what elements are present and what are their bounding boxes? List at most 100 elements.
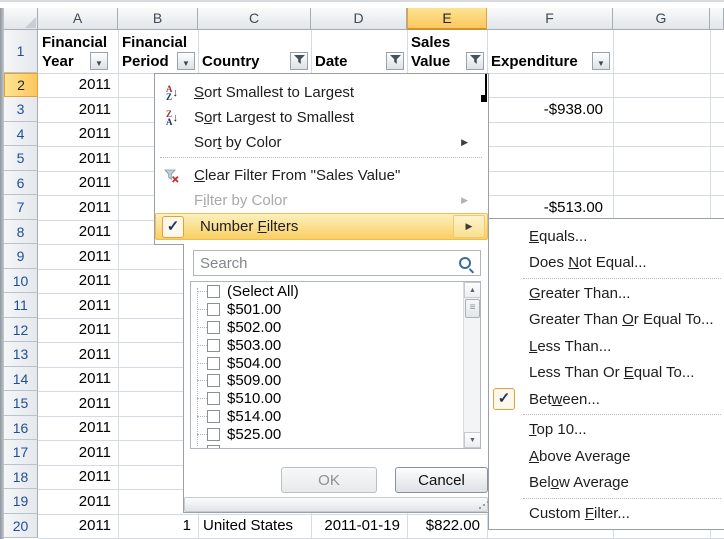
- filter-value-partial-checkbox[interactable]: [207, 445, 220, 449]
- cell-B20[interactable]: 1: [118, 514, 198, 538]
- submenu-item-custom-filter[interactable]: Custom Filter...: [490, 500, 724, 527]
- cell-A19[interactable]: 2011: [38, 489, 118, 514]
- submenu-item-less-than-or-equal-to[interactable]: Less Than Or Equal To...: [490, 360, 724, 387]
- submenu-item-top-10[interactable]: Top 10...: [490, 417, 724, 444]
- ok-button[interactable]: OK: [281, 467, 377, 493]
- filter-value-504-00[interactable]: $504.00: [191, 354, 441, 372]
- cell-A14[interactable]: 2011: [38, 367, 118, 391]
- row-header-11[interactable]: 11: [4, 293, 38, 318]
- row-header-12[interactable]: 12: [4, 318, 38, 342]
- list-scrollbar[interactable]: ▲ ≡ ▼: [463, 282, 480, 448]
- cell-C20[interactable]: United States: [198, 514, 311, 538]
- cell-A7[interactable]: 2011: [38, 195, 118, 220]
- cell-A8[interactable]: 2011: [38, 220, 118, 244]
- header-cell-sales-value[interactable]: SalesValue: [407, 30, 487, 73]
- header-cell-date[interactable]: Date: [311, 30, 407, 73]
- active-cell-fill-handle[interactable]: [481, 95, 487, 102]
- row-header-3[interactable]: 3: [4, 97, 38, 122]
- filter-button-date[interactable]: [386, 52, 404, 70]
- row-header-7[interactable]: 7: [4, 195, 38, 220]
- submenu-item-greater-than-or-equal-to[interactable]: Greater Than Or Equal To...: [490, 307, 724, 334]
- filter-value-checkbox[interactable]: [207, 392, 220, 405]
- cell-A9[interactable]: 2011: [38, 244, 118, 269]
- header-cell-financial-period[interactable]: FinancialPeriod▼: [118, 30, 198, 73]
- filter-button-sales-value[interactable]: [466, 52, 484, 70]
- row-header-17[interactable]: 17: [4, 440, 38, 465]
- cell-A18[interactable]: 2011: [38, 465, 118, 489]
- filter-button-expenditure[interactable]: ▼: [592, 52, 610, 70]
- column-header-B[interactable]: B: [118, 8, 198, 30]
- column-header-E[interactable]: E: [407, 8, 487, 30]
- filter-button-country[interactable]: [290, 52, 308, 70]
- filter-value-select-all[interactable]: (Select All): [191, 283, 441, 301]
- resize-handle[interactable]: [184, 497, 488, 512]
- submenu-item-equals[interactable]: Equals...: [490, 223, 724, 250]
- submenu-item-below-average[interactable]: Below Average: [490, 470, 724, 497]
- header-cell-country[interactable]: Country: [198, 30, 311, 73]
- filter-value-502-00[interactable]: $502.00: [191, 319, 441, 337]
- column-header-partial[interactable]: [710, 8, 724, 30]
- filter-value-501-00[interactable]: $501.00: [191, 301, 441, 319]
- cell-A3[interactable]: 2011: [38, 97, 118, 122]
- menu-item-filter-by-color[interactable]: Filter by Color▶: [155, 188, 488, 213]
- scroll-down-button[interactable]: ▼: [464, 432, 481, 448]
- row-header-18[interactable]: 18: [4, 465, 38, 489]
- submenu-item-does-not-equal[interactable]: Does Not Equal...: [490, 250, 724, 277]
- column-header-C[interactable]: C: [198, 8, 311, 30]
- cell-A5[interactable]: 2011: [38, 146, 118, 171]
- row-header-6[interactable]: 6: [4, 171, 38, 195]
- submenu-item-less-than[interactable]: Less Than...: [490, 333, 724, 360]
- filter-value-checkbox[interactable]: [207, 303, 220, 316]
- filter-value-514-00[interactable]: $514.00: [191, 408, 441, 426]
- row-header-20[interactable]: 20: [4, 514, 38, 538]
- scroll-thumb[interactable]: ≡: [465, 299, 480, 318]
- cell-A12[interactable]: 2011: [38, 318, 118, 342]
- filter-value-checkbox[interactable]: [207, 321, 220, 334]
- column-header-A[interactable]: A: [38, 8, 118, 30]
- header-cell-expenditure[interactable]: Expenditure▼: [487, 30, 613, 73]
- row-header-14[interactable]: 14: [4, 367, 38, 391]
- row-header-8[interactable]: 8: [4, 220, 38, 244]
- column-header-G[interactable]: G: [613, 8, 710, 30]
- filter-button-financial-period[interactable]: ▼: [177, 52, 195, 70]
- cell-D20[interactable]: 2011-01-19: [311, 514, 407, 538]
- submenu-item-above-average[interactable]: Above Average: [490, 443, 724, 470]
- cancel-button[interactable]: Cancel: [395, 467, 488, 493]
- row-header-15[interactable]: 15: [4, 391, 38, 416]
- cell-F3[interactable]: -$938.00: [487, 97, 613, 122]
- menu-item-clear-filter-from-sales-value[interactable]: Clear Filter From "Sales Value": [155, 163, 488, 188]
- row-header-4[interactable]: 4: [4, 122, 38, 146]
- scroll-up-button[interactable]: ▲: [464, 282, 481, 298]
- submenu-item-between[interactable]: ✓Between...: [490, 386, 724, 413]
- cell-A20[interactable]: 2011: [38, 514, 118, 538]
- menu-item-sort-smallest-to-largest[interactable]: AZ↓Sort Smallest to Largest: [155, 80, 488, 105]
- cell-A2[interactable]: 2011: [38, 73, 118, 97]
- row-header-1[interactable]: 1: [4, 30, 38, 73]
- row-header-16[interactable]: 16: [4, 416, 38, 440]
- submenu-item-greater-than[interactable]: Greater Than...: [490, 280, 724, 307]
- filter-value-checkbox[interactable]: [207, 285, 220, 298]
- column-header-F[interactable]: F: [487, 8, 613, 30]
- cell-F7[interactable]: -$513.00: [487, 195, 613, 220]
- search-input[interactable]: [194, 251, 480, 275]
- cell-A15[interactable]: 2011: [38, 391, 118, 416]
- cell-A16[interactable]: 2011: [38, 416, 118, 440]
- menu-item-sort-largest-to-smallest[interactable]: ZA↓Sort Largest to Smallest: [155, 105, 488, 130]
- row-header-19[interactable]: 19: [4, 489, 38, 514]
- row-header-5[interactable]: 5: [4, 146, 38, 171]
- cell-A17[interactable]: 2011: [38, 440, 118, 465]
- header-cell-financial-year[interactable]: FinancialYear▼: [38, 30, 118, 73]
- row-header-13[interactable]: 13: [4, 342, 38, 367]
- filter-button-financial-year[interactable]: ▼: [90, 52, 108, 70]
- cell-E20[interactable]: $822.00: [407, 514, 487, 538]
- row-header-10[interactable]: 10: [4, 269, 38, 293]
- cell-A10[interactable]: 2011: [38, 269, 118, 293]
- cell-A6[interactable]: 2011: [38, 171, 118, 195]
- filter-value-checkbox[interactable]: [207, 428, 220, 441]
- row-header-2[interactable]: 2: [4, 73, 38, 97]
- filter-value-checkbox[interactable]: [207, 410, 220, 423]
- row-header-9[interactable]: 9: [4, 244, 38, 269]
- filter-value-checkbox[interactable]: [207, 339, 220, 352]
- filter-value-checkbox[interactable]: [207, 374, 220, 387]
- filter-value-503-00[interactable]: $503.00: [191, 336, 441, 354]
